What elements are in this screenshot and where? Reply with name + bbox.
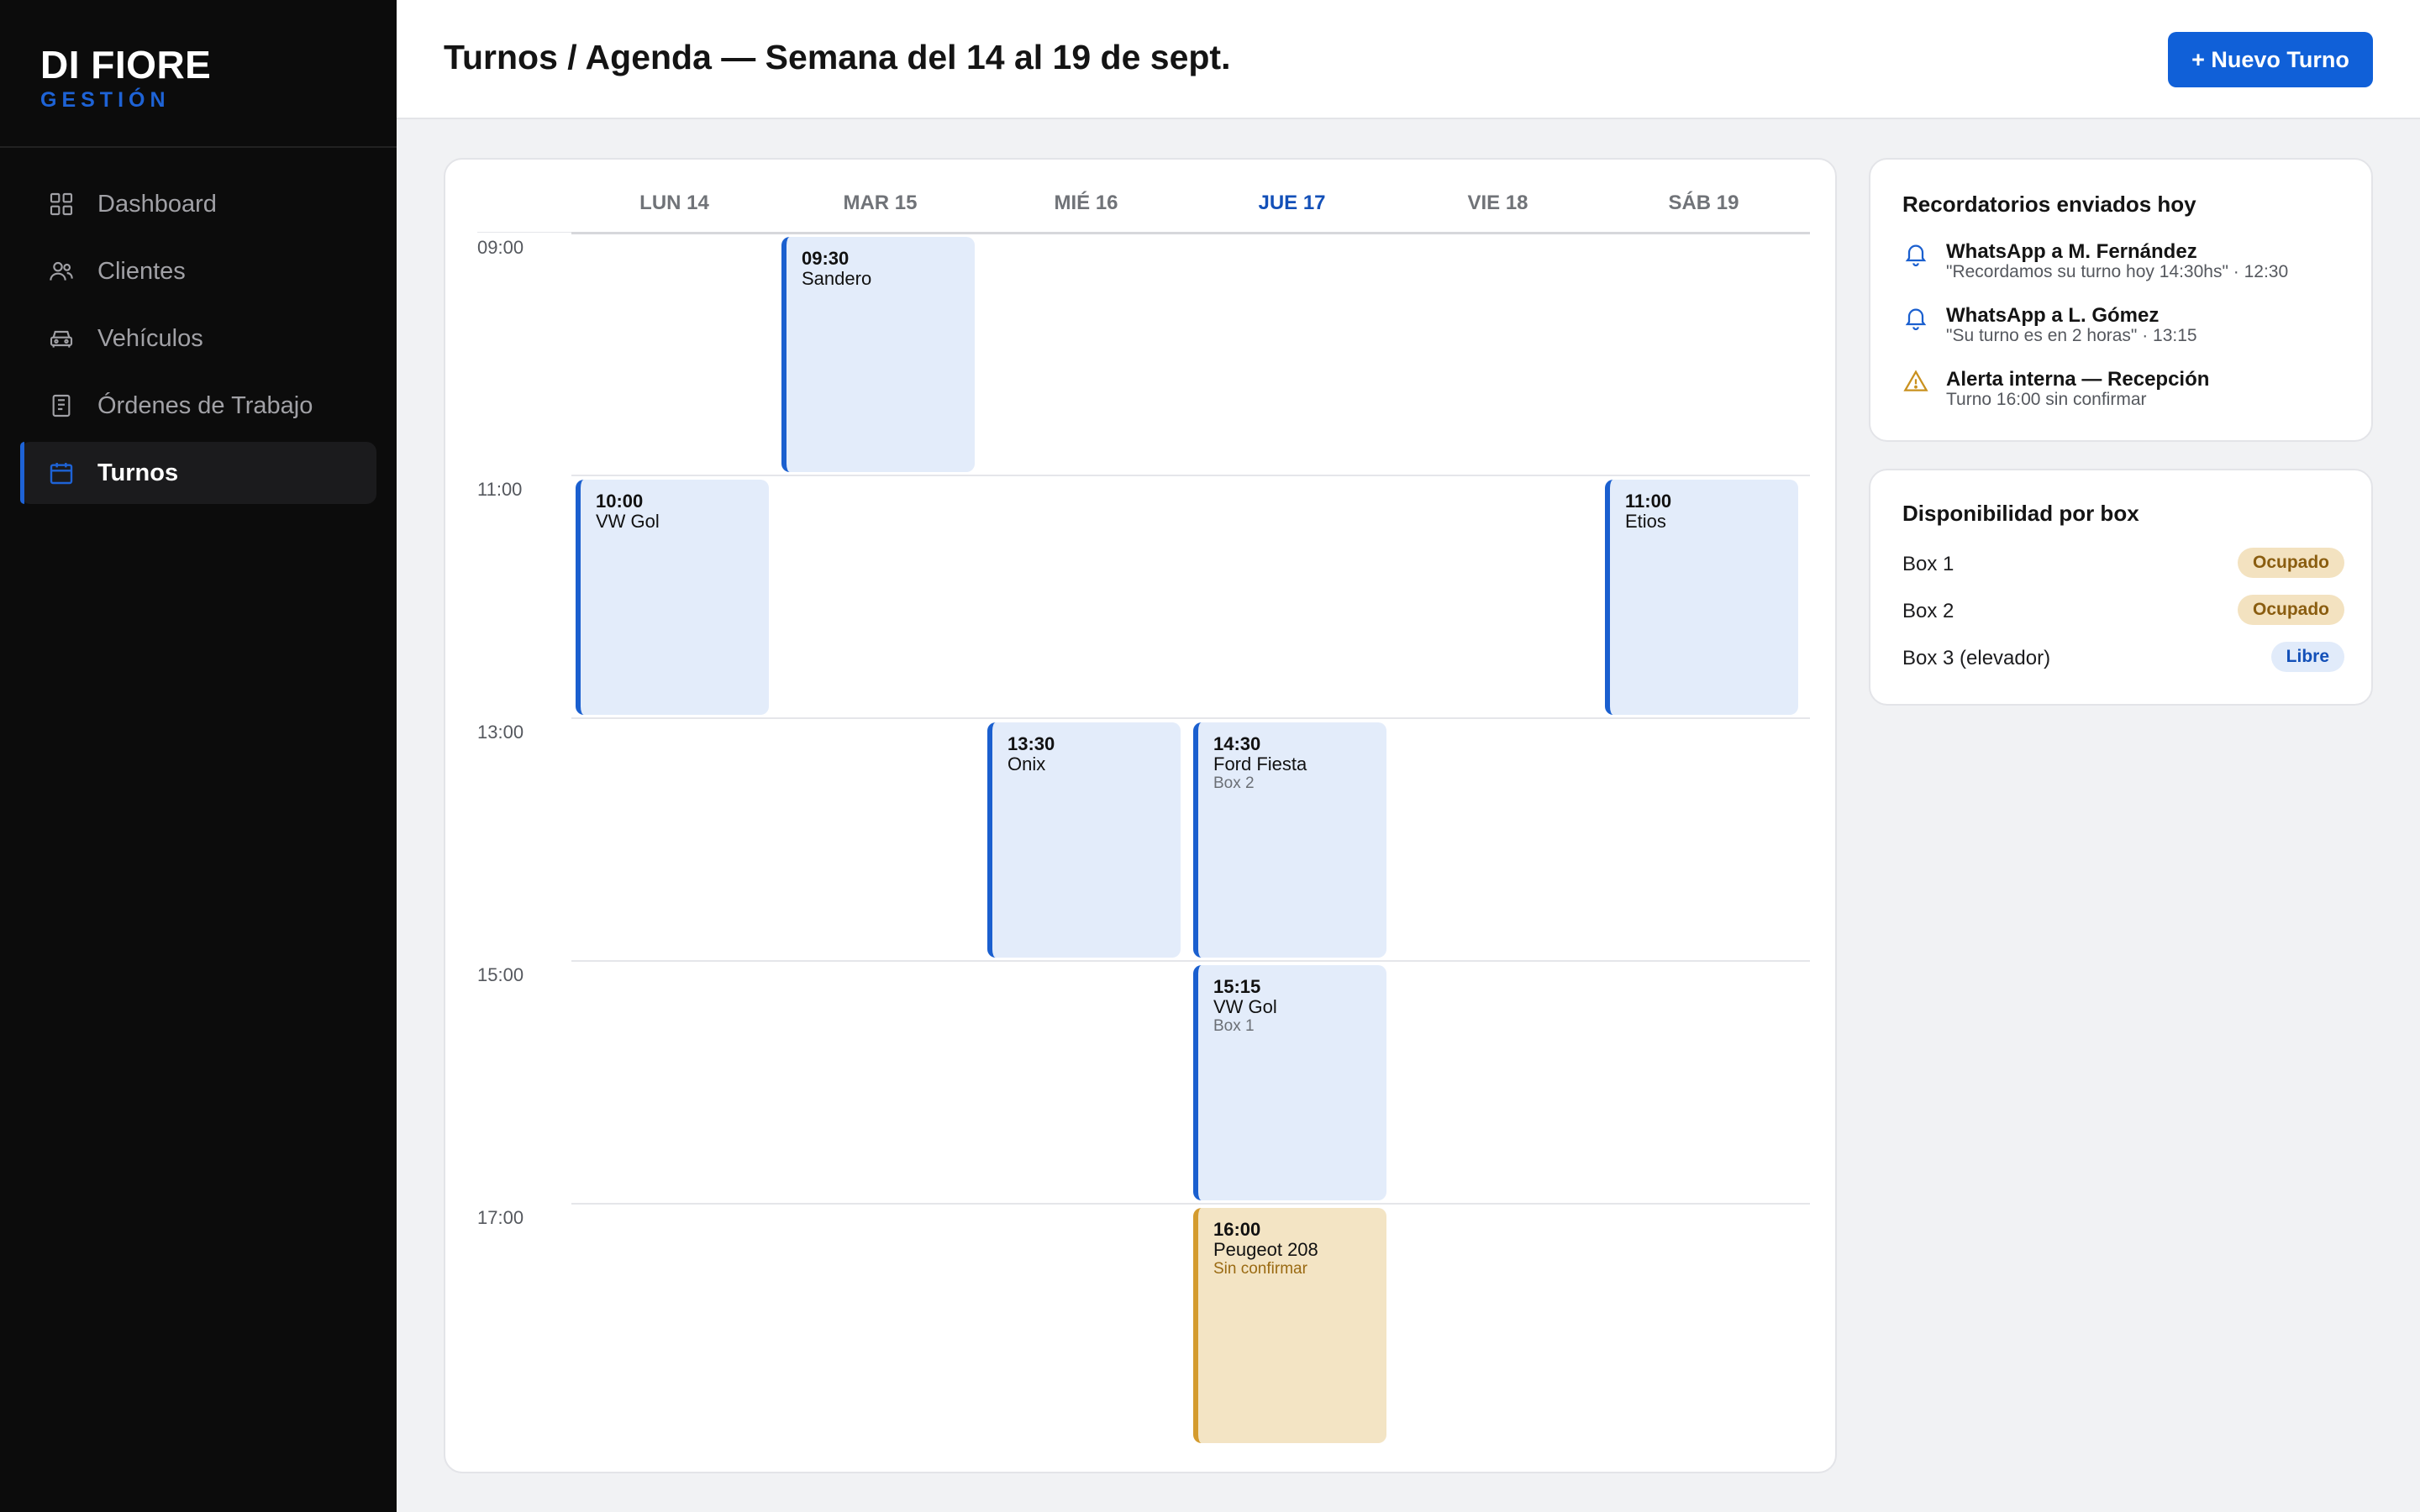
reminder-title: WhatsApp a M. Fernández <box>1946 240 2197 263</box>
sidebar-item-label: Dashboard <box>97 190 217 218</box>
box-label: Box 3 (elevador) <box>1902 647 2051 669</box>
reminder-subtitle: "Recordamos su turno hoy 14:30hs" · 12:3… <box>1946 262 2289 281</box>
box-label: Box 2 <box>1902 600 1954 622</box>
reminder-item[interactable]: Alerta interna — Recepción Turno 16:00 s… <box>1902 368 2356 418</box>
appointment-box: Box 2 <box>1213 774 1255 792</box>
appointment-card[interactable]: 11:00 Etios <box>1605 480 1798 715</box>
warning-icon <box>1902 368 1929 395</box>
day-header-mie[interactable]: MIÉ 16 <box>983 192 1189 215</box>
brand-name: DI FIORE <box>40 43 212 87</box>
reminder-title: WhatsApp a L. Gómez <box>1946 304 2160 327</box>
appointment-time: 13:30 <box>1007 733 1055 754</box>
box-row[interactable]: Box 2 Ocupado <box>1902 595 2344 628</box>
appointment-card[interactable]: 13:30 Onix <box>987 722 1181 958</box>
sidebar-item-dashboard[interactable]: Dashboard <box>20 173 376 235</box>
day-header-vie[interactable]: VIE 18 <box>1395 192 1601 215</box>
page-header: Turnos / Agenda — Semana del 14 al 19 de… <box>397 0 2420 119</box>
reminder-subtitle: Turno 16:00 sin confirmar <box>1946 390 2147 409</box>
day-header-mar[interactable]: MAR 15 <box>777 192 983 215</box>
weekly-calendar: LUN 14 MAR 15 MIÉ 16 JUE 17 VIE 18 SÁB 1… <box>444 158 1837 1473</box>
reminder-item[interactable]: WhatsApp a M. Fernández "Recordamos su t… <box>1902 240 2356 291</box>
time-label: 15:00 <box>477 964 524 985</box>
clipboard-icon <box>47 391 76 420</box>
appointment-vehicle: Onix <box>1007 753 1046 774</box>
appointment-vehicle: Etios <box>1625 511 1666 532</box>
reminder-subtitle: "Su turno es en 2 horas" · 13:15 <box>1946 326 2197 345</box>
sidebar-item-label: Vehículos <box>97 324 203 352</box>
appointment-vehicle: VW Gol <box>596 511 660 532</box>
sidebar-item-label: Turnos <box>97 459 179 486</box>
reminder-title: Alerta interna — Recepción <box>1946 368 2210 391</box>
reminders-title: Recordatorios enviados hoy <box>1902 192 2196 217</box>
availability-title: Disponibilidad por box <box>1902 501 2139 526</box>
time-column-divider <box>477 232 571 233</box>
sidebar-item-ordenes[interactable]: Órdenes de Trabajo <box>20 375 376 437</box>
day-header-jue[interactable]: JUE 17 <box>1189 192 1395 215</box>
users-icon <box>47 257 76 286</box>
box-row[interactable]: Box 3 (elevador) Libre <box>1902 642 2344 675</box>
status-badge: Ocupado <box>2237 595 2344 625</box>
availability-panel: Disponibilidad por box Box 1 Ocupado Box… <box>1869 469 2373 706</box>
appointment-time: 15:15 <box>1213 976 1261 997</box>
brand-subtitle: GESTIÓN <box>40 88 171 112</box>
status-badge: Ocupado <box>2237 548 2344 578</box>
calendar-icon <box>47 459 76 487</box>
dashboard-grid-icon <box>47 190 76 218</box>
appointment-card[interactable]: 14:30 Ford Fiesta Box 2 <box>1193 722 1386 958</box>
appointment-card[interactable]: 09:30 Sandero <box>781 237 975 472</box>
brand-logo: DI FIORE GESTIÓN <box>40 44 211 113</box>
grid-line <box>571 960 1810 962</box>
sidebar-item-vehiculos[interactable]: Vehículos <box>20 307 376 370</box>
sidebar-nav: Dashboard Clientes Vehículos Órdenes de … <box>20 173 376 509</box>
appointment-time: 09:30 <box>802 248 850 269</box>
appointment-vehicle: Peugeot 208 <box>1213 1239 1318 1260</box>
sidebar-item-label: Órdenes de Trabajo <box>97 391 313 419</box>
time-label: 13:00 <box>477 722 524 743</box>
time-label: 11:00 <box>477 479 523 500</box>
appointment-card[interactable]: 10:00 VW Gol <box>576 480 769 715</box>
appointment-time: 10:00 <box>596 491 644 512</box>
day-headers: LUN 14 MAR 15 MIÉ 16 JUE 17 VIE 18 SÁB 1… <box>571 192 1810 225</box>
sidebar-item-label: Clientes <box>97 257 186 285</box>
sidebar-item-turnos[interactable]: Turnos <box>20 442 376 504</box>
appointment-box: Box 1 <box>1213 1017 1255 1035</box>
appointment-vehicle: Ford Fiesta <box>1213 753 1307 774</box>
page-title: Turnos / Agenda — Semana del 14 al 19 de… <box>444 38 1231 76</box>
bell-icon <box>1902 240 1929 267</box>
appointment-time: 16:00 <box>1213 1219 1261 1240</box>
sidebar-divider <box>0 146 397 148</box>
sidebar-item-clientes[interactable]: Clientes <box>20 240 376 302</box>
appointment-card-unconfirmed[interactable]: 16:00 Peugeot 208 Sin confirmar <box>1193 1208 1386 1443</box>
appointment-time: 14:30 <box>1213 733 1261 754</box>
box-label: Box 1 <box>1902 553 1954 575</box>
sidebar: DI FIORE GESTIÓN Dashboard Clientes Vehí… <box>0 0 397 1512</box>
time-label: 09:00 <box>477 237 524 258</box>
grid-line <box>571 232 1810 234</box>
grid-line <box>571 475 1810 476</box>
new-appointment-button[interactable]: + Nuevo Turno <box>2168 32 2373 87</box>
status-badge: Libre <box>2270 642 2344 672</box>
appointment-vehicle: VW Gol <box>1213 996 1277 1017</box>
appointment-time: 11:00 <box>1625 491 1672 512</box>
appointment-status: Sin confirmar <box>1213 1260 1307 1278</box>
reminder-item[interactable]: WhatsApp a L. Gómez "Su turno es en 2 ho… <box>1902 304 2356 354</box>
grid-line <box>571 717 1810 719</box>
box-row[interactable]: Box 1 Ocupado <box>1902 548 2344 581</box>
appointment-vehicle: Sandero <box>802 268 872 289</box>
appointment-card[interactable]: 15:15 VW Gol Box 1 <box>1193 965 1386 1200</box>
time-label: 17:00 <box>477 1207 524 1228</box>
bell-icon <box>1902 304 1929 331</box>
car-icon <box>47 324 76 353</box>
grid-line <box>571 1203 1810 1205</box>
reminders-panel: Recordatorios enviados hoy WhatsApp a M.… <box>1869 158 2373 442</box>
day-header-lun[interactable]: LUN 14 <box>571 192 777 215</box>
day-header-sab[interactable]: SÁB 19 <box>1601 192 1807 215</box>
